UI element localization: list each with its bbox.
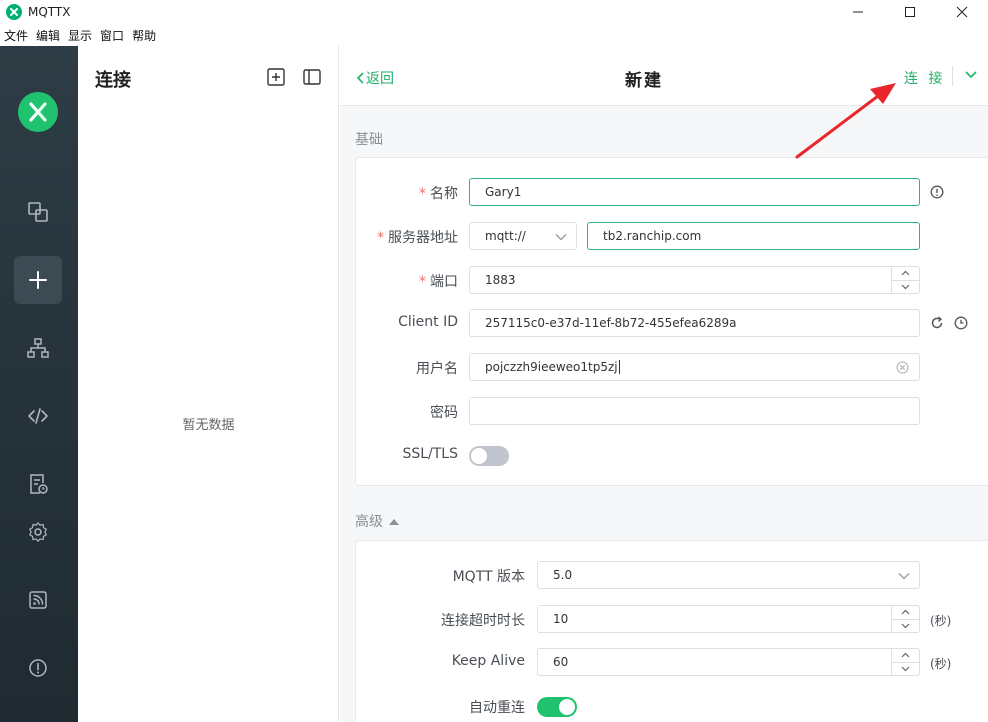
connections-icon: [28, 202, 48, 222]
clientid-label: Client ID: [398, 314, 458, 330]
menu-bar: 文件 编辑 显示 窗口 帮助: [0, 24, 988, 46]
clientid-field[interactable]: 257115c0-e37d-11ef-8b72-455efea6289a: [469, 309, 920, 337]
chevron-down-icon: [898, 573, 910, 580]
timeout-field[interactable]: 10: [537, 605, 920, 633]
code-icon: [28, 408, 48, 424]
connections-title: 连接: [95, 70, 131, 91]
clear-icon[interactable]: [896, 361, 909, 374]
keepalive-stepper[interactable]: [891, 649, 919, 675]
gear-icon: [29, 522, 47, 542]
nav-log[interactable]: [14, 460, 62, 508]
username-label: 用户名: [416, 361, 458, 377]
chevron-down-icon: [901, 623, 910, 629]
nav-about[interactable]: [14, 644, 62, 692]
keepalive-label: Keep Alive: [451, 653, 525, 669]
toggle-knob: [559, 699, 575, 715]
clock-icon[interactable]: [954, 316, 968, 330]
menu-help[interactable]: 帮助: [128, 27, 160, 44]
menu-file[interactable]: 文件: [0, 27, 32, 44]
menu-edit[interactable]: 编辑: [32, 27, 64, 44]
keepalive-unit: (秒): [930, 657, 952, 671]
chevron-down-icon: [901, 666, 910, 672]
mqtt-version-label: MQTT 版本: [452, 569, 525, 585]
nav-rail: [0, 46, 78, 722]
add-connection-icon[interactable]: [267, 68, 285, 86]
timeout-value: 10: [553, 612, 569, 626]
protocol-value: mqtt://: [485, 229, 526, 243]
nav-topology[interactable]: [14, 324, 62, 372]
rss-icon: [29, 591, 47, 609]
keepalive-field[interactable]: 60: [537, 648, 920, 676]
app-logo-icon: [6, 4, 22, 20]
minimize-button[interactable]: [832, 0, 884, 24]
menu-view[interactable]: 显示: [64, 27, 96, 44]
close-window-button[interactable]: [936, 0, 988, 24]
log-icon: [30, 474, 48, 494]
topbar-divider: [952, 66, 953, 86]
chevron-down-icon[interactable]: [964, 70, 978, 80]
port-field[interactable]: 1883: [469, 266, 920, 294]
nav-connections[interactable]: [14, 188, 62, 236]
chevron-down-icon: [555, 234, 567, 241]
main-area: 返回 新建 连 接 基础 * 名称 Gary1 * 服务器地址 mqtt:// tb…: [340, 46, 988, 722]
basic-card: * 名称 Gary1 * 服务器地址 mqtt:// tb2.ranchip.com…: [355, 157, 988, 486]
toggle-knob: [471, 448, 487, 464]
ssl-label: SSL/TLS: [402, 446, 458, 462]
title-bar: MQTTX: [0, 0, 988, 24]
nav-new-connection[interactable]: [14, 256, 62, 304]
chevron-up-icon: [901, 270, 910, 276]
window-title: MQTTX: [28, 5, 71, 19]
ssl-toggle[interactable]: [469, 446, 509, 466]
reconnect-label: 自动重连: [469, 700, 525, 716]
menu-window[interactable]: 窗口: [96, 27, 128, 44]
caret-up-icon: [389, 518, 399, 525]
name-label: * 名称: [419, 186, 458, 202]
connect-button[interactable]: 连 接: [904, 68, 945, 88]
info-icon[interactable]: [930, 185, 944, 199]
refresh-icon[interactable]: [930, 316, 944, 330]
top-bar: 返回 新建 连 接: [340, 46, 988, 106]
close-icon: [956, 6, 968, 18]
maximize-button[interactable]: [884, 0, 936, 24]
username-value: pojczzh9ieeweo1tp5zj: [485, 360, 618, 374]
sitemap-icon: [27, 338, 49, 358]
maximize-icon: [905, 7, 915, 17]
plus-icon: [29, 271, 47, 289]
chevron-down-icon: [901, 284, 910, 290]
connections-panel: 连接 暂无数据: [78, 46, 339, 722]
text-cursor: [618, 360, 620, 374]
timeout-unit: (秒): [930, 614, 952, 628]
protocol-select[interactable]: mqtt://: [469, 222, 577, 250]
password-label: 密码: [430, 405, 458, 421]
nav-subscribe[interactable]: [14, 576, 62, 624]
empty-state-text: 暂无数据: [182, 418, 235, 433]
timeout-label: 连接超时时长: [441, 613, 525, 629]
password-field[interactable]: [469, 397, 920, 425]
timeout-stepper[interactable]: [891, 606, 919, 632]
minimize-icon: [853, 11, 863, 13]
page-title: 新建: [625, 71, 663, 91]
name-field[interactable]: Gary1: [469, 178, 920, 206]
info-icon: [29, 659, 47, 677]
host-label: * 服务器地址: [377, 230, 458, 246]
chevron-up-icon: [901, 609, 910, 615]
basic-section-label: 基础: [355, 132, 383, 148]
mqtt-version-select[interactable]: 5.0: [537, 561, 920, 589]
chevron-up-icon: [901, 652, 910, 658]
reconnect-toggle[interactable]: [537, 697, 577, 717]
nav-settings[interactable]: [14, 508, 62, 556]
advanced-section-label[interactable]: 高级: [355, 511, 399, 531]
toggle-sidebar-icon[interactable]: [303, 68, 321, 86]
port-value: 1883: [485, 273, 516, 287]
port-label: * 端口: [419, 274, 458, 290]
username-field[interactable]: pojczzh9ieeweo1tp5zj: [469, 353, 920, 381]
mqtt-version-value: 5.0: [553, 568, 573, 582]
keepalive-value: 60: [553, 655, 569, 669]
advanced-card: MQTT 版本 5.0 连接超时时长 10 (秒) Keep Alive 60 …: [355, 540, 988, 722]
nav-script[interactable]: [14, 392, 62, 440]
port-stepper[interactable]: [891, 267, 919, 293]
mqttx-logo-icon: [18, 92, 58, 132]
host-field[interactable]: tb2.ranchip.com: [587, 222, 920, 250]
